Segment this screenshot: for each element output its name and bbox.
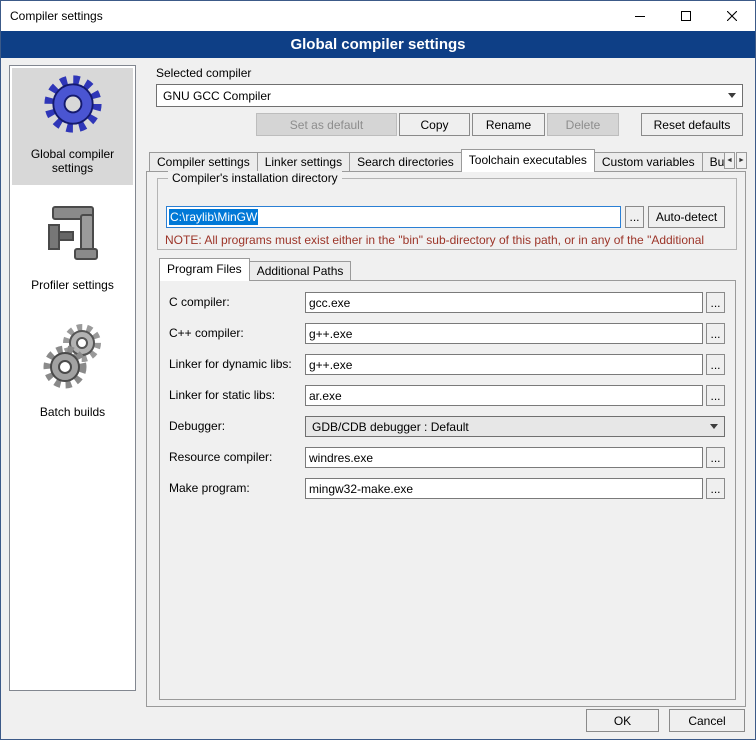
chevron-down-icon: [728, 93, 736, 98]
field-row-make-program: Make program: ...: [160, 478, 735, 499]
install-dir-selected-text: C:\raylib\MinGW: [169, 209, 258, 225]
maximize-button[interactable]: [663, 1, 709, 31]
chevron-down-icon: [710, 424, 718, 429]
tab-custom-variables[interactable]: Custom variables: [594, 152, 703, 171]
copy-button[interactable]: Copy: [399, 113, 470, 136]
close-icon: [727, 11, 737, 21]
c-compiler-input[interactable]: [305, 292, 703, 313]
settings-sidebar: Global compiler settings Profiler settin…: [9, 65, 136, 691]
gray-gears-icon: [41, 320, 105, 392]
field-row-c-compiler: C compiler: ...: [160, 292, 735, 313]
dynamic-linker-input[interactable]: [305, 354, 703, 375]
debugger-label: Debugger:: [169, 419, 225, 433]
install-dir-note: NOTE: All programs must exist either in …: [165, 233, 744, 248]
blue-gear-icon: [43, 74, 103, 134]
tab-scroll-left-button[interactable]: ◄: [724, 152, 735, 169]
window-controls: [617, 1, 755, 31]
compiler-settings-dialog: Compiler settings Global compiler settin…: [0, 0, 756, 740]
subtab-additional-paths[interactable]: Additional Paths: [249, 261, 352, 280]
make-program-browse-button[interactable]: ...: [706, 478, 725, 499]
resource-compiler-browse-button[interactable]: ...: [706, 447, 725, 468]
minimize-button[interactable]: [617, 1, 663, 31]
tab-search-directories[interactable]: Search directories: [349, 152, 462, 171]
reset-defaults-button[interactable]: Reset defaults: [641, 113, 743, 136]
tab-build-options[interactable]: Build: [702, 152, 724, 171]
selected-compiler-dropdown[interactable]: GNU GCC Compiler: [156, 84, 743, 107]
cancel-button[interactable]: Cancel: [669, 709, 745, 732]
rename-button[interactable]: Rename: [472, 113, 545, 136]
resource-compiler-label: Resource compiler:: [169, 450, 272, 464]
minimize-icon: [635, 11, 645, 21]
tab-compiler-settings[interactable]: Compiler settings: [149, 152, 258, 171]
delete-button: Delete: [547, 113, 619, 136]
c-compiler-label: C compiler:: [169, 295, 230, 309]
static-linker-input[interactable]: [305, 385, 703, 406]
selected-compiler-value: GNU GCC Compiler: [163, 89, 724, 103]
subtab-program-files[interactable]: Program Files: [159, 258, 250, 281]
cpp-compiler-label: C++ compiler:: [169, 326, 244, 340]
field-row-cpp-compiler: C++ compiler: ...: [160, 323, 735, 344]
make-program-label: Make program:: [169, 481, 250, 495]
sidebar-item-label: Global compiler settings: [14, 147, 131, 175]
window-title: Compiler settings: [1, 9, 103, 23]
dialog-header-title: Global compiler settings: [290, 36, 465, 53]
cpp-compiler-input[interactable]: [305, 323, 703, 344]
program-files-tab-strip: Program Files Additional Paths: [159, 258, 351, 281]
debugger-select[interactable]: GDB/CDB debugger : Default: [305, 416, 725, 437]
program-files-panel: C compiler: ... C++ compiler: ... Linker…: [159, 280, 736, 700]
tab-toolchain-executables[interactable]: Toolchain executables: [461, 149, 595, 172]
maximize-icon: [681, 11, 691, 21]
static-linker-browse-button[interactable]: ...: [706, 385, 725, 406]
close-button[interactable]: [709, 1, 755, 31]
set-as-default-button: Set as default: [256, 113, 397, 136]
resource-compiler-input[interactable]: [305, 447, 703, 468]
field-row-static-linker: Linker for static libs: ...: [160, 385, 735, 406]
tab-linker-settings[interactable]: Linker settings: [257, 152, 350, 171]
sidebar-item-global-compiler-settings[interactable]: Global compiler settings: [12, 68, 133, 185]
title-bar: Compiler settings: [1, 1, 755, 31]
install-dir-browse-button[interactable]: ...: [625, 206, 644, 228]
static-linker-label: Linker for static libs:: [169, 388, 275, 402]
settings-tab-strip: Compiler settings Linker settings Search…: [149, 149, 724, 172]
make-program-input[interactable]: [305, 478, 703, 499]
dynamic-linker-browse-button[interactable]: ...: [706, 354, 725, 375]
c-compiler-browse-button[interactable]: ...: [706, 292, 725, 313]
dynamic-linker-label: Linker for dynamic libs:: [169, 357, 292, 371]
ok-button[interactable]: OK: [586, 709, 659, 732]
sidebar-item-label: Batch builds: [40, 405, 105, 419]
dialog-header: Global compiler settings: [1, 31, 755, 58]
sidebar-item-label: Profiler settings: [31, 278, 114, 292]
cpp-compiler-browse-button[interactable]: ...: [706, 323, 725, 344]
install-dir-input[interactable]: C:\raylib\MinGW: [166, 206, 621, 228]
profiler-tool-icon: [45, 201, 101, 265]
debugger-value: GDB/CDB debugger : Default: [312, 420, 706, 434]
auto-detect-button[interactable]: Auto-detect: [648, 206, 725, 228]
field-row-resource-compiler: Resource compiler: ...: [160, 447, 735, 468]
selected-compiler-label: Selected compiler: [156, 66, 251, 80]
sidebar-item-profiler-settings[interactable]: Profiler settings: [12, 195, 133, 302]
tab-scroll-right-button[interactable]: ►: [736, 152, 747, 169]
field-row-dynamic-linker: Linker for dynamic libs: ...: [160, 354, 735, 375]
toolchain-executables-panel: Compiler's installation directory C:\ray…: [146, 171, 746, 707]
field-row-debugger: Debugger: GDB/CDB debugger : Default: [160, 416, 735, 437]
sidebar-item-batch-builds[interactable]: Batch builds: [12, 314, 133, 429]
installation-directory-group-label: Compiler's installation directory: [168, 171, 342, 185]
